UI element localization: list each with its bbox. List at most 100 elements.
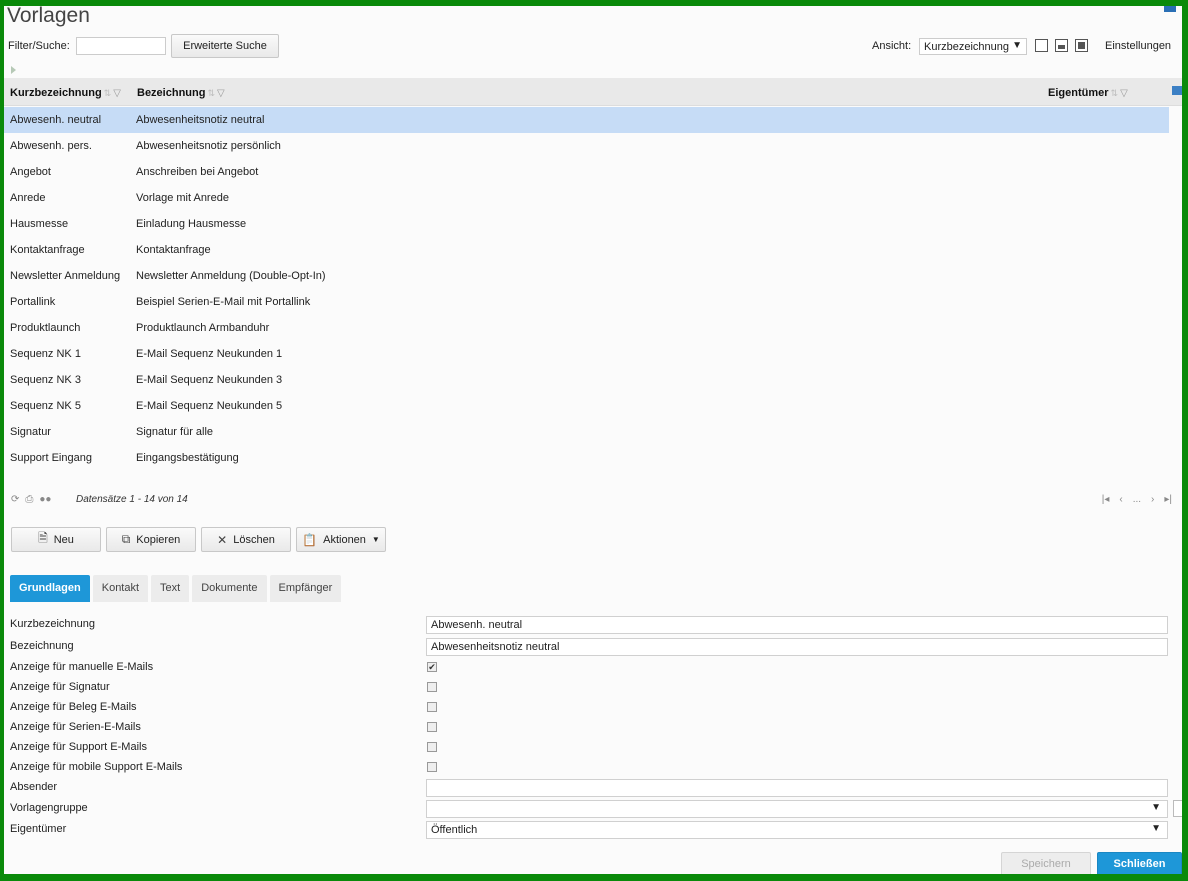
view-layout-split-icon[interactable] (1055, 39, 1068, 52)
cell-kurzbezeichnung: Support Eingang (10, 452, 92, 464)
actions-button[interactable]: 📋 Aktionen ▼ (296, 527, 386, 552)
close-button[interactable]: Schließen (1097, 852, 1182, 874)
chevron-down-icon: ▼ (1012, 40, 1022, 51)
settings-link[interactable]: Einstellungen (1105, 40, 1171, 52)
cell-bezeichnung: Newsletter Anmeldung (Double-Opt-In) (136, 270, 326, 282)
vorlagengruppe-edit-button[interactable] (1173, 800, 1182, 817)
filter-label: Filter/Suche: (8, 40, 70, 52)
table-row[interactable]: Sequenz NK 1 E-Mail Sequenz Neukunden 1 (4, 341, 1169, 367)
table-row[interactable]: Angebot Anschreiben bei Angebot (4, 159, 1169, 185)
table-row[interactable]: Produktlaunch Produktlaunch Armbanduhr (4, 315, 1169, 341)
delete-button[interactable]: ✕ Löschen (201, 527, 291, 552)
cell-kurzbezeichnung: Signatur (10, 426, 51, 438)
grid-footer-icons: ⟳ ⎙ ●● (11, 494, 51, 505)
cell-kurzbezeichnung: Sequenz NK 1 (10, 348, 81, 360)
sort-icon[interactable]: ⇅ (1111, 88, 1119, 99)
column-header-kurzbezeichnung[interactable]: Kurzbezeichnung ⇅ ▽ (10, 87, 121, 99)
filter-icon[interactable]: ▽ (1120, 88, 1128, 99)
cell-bezeichnung: Einladung Hausmesse (136, 218, 247, 230)
bezeichnung-field[interactable]: Abwesenheitsnotiz neutral (426, 638, 1168, 656)
checkbox[interactable] (427, 722, 437, 732)
cell-kurzbezeichnung: Hausmesse (10, 218, 69, 230)
record-count: Datensätze 1 - 14 von 14 (76, 494, 188, 505)
tab-text[interactable]: Text (151, 575, 190, 602)
filter-icon[interactable]: ▽ (113, 88, 121, 99)
form-row-bezeichnung: Bezeichnung Abwesenheitsnotiz neutral (10, 637, 1170, 658)
table-row[interactable]: Newsletter Anmeldung Newsletter Anmeldung… (4, 263, 1169, 289)
cell-kurzbezeichnung: Portallink (10, 296, 56, 308)
form-row-checkbox: Anzeige für Signatur (10, 678, 1170, 698)
form-row-eigentuemer: Eigentümer Öffentlich ▼ (10, 820, 1170, 841)
first-page-icon[interactable]: |◂ (1102, 494, 1110, 505)
advanced-search-button[interactable]: Erweiterte Suche (171, 34, 279, 58)
table-row[interactable]: Sequenz NK 5 E-Mail Sequenz Neukunden 5 (4, 393, 1169, 419)
chevron-down-icon: ▼ (1151, 802, 1161, 813)
detail-tabs: Grundlagen Kontakt Text Dokumente Empfänger (10, 575, 342, 602)
column-chooser-icon[interactable] (1172, 86, 1182, 95)
checkbox[interactable] (427, 682, 437, 692)
copy-button[interactable]: ⧉ Kopieren (106, 527, 196, 552)
column-header-bezeichnung[interactable]: Bezeichnung ⇅ ▽ (137, 87, 225, 99)
new-button[interactable]: 🗎 Neu (11, 527, 101, 552)
prev-page-icon[interactable]: ‹ (1119, 494, 1122, 505)
cell-kurzbezeichnung: Produktlaunch (10, 322, 81, 334)
tab-grundlagen[interactable]: Grundlagen (10, 575, 90, 602)
table-row[interactable]: Signatur Signatur für alle (4, 419, 1169, 445)
form-row-absender: Absender (10, 778, 1170, 799)
checkbox[interactable] (427, 742, 437, 752)
chevron-down-icon: ▼ (1151, 823, 1161, 834)
refresh-icon[interactable]: ⟳ (11, 494, 19, 505)
checkbox-label: Anzeige für Serien-E-Mails (10, 721, 141, 733)
cell-kurzbezeichnung: Anrede (10, 192, 46, 204)
table-row[interactable]: Abwesenh. pers. Abwesenheitsnotiz persönl… (4, 133, 1169, 159)
table-row[interactable]: Hausmesse Einladung Hausmesse (4, 211, 1169, 237)
vorlagengruppe-select[interactable]: ▼ (426, 800, 1168, 818)
checkbox[interactable]: ✔ (427, 662, 437, 672)
absender-field[interactable] (426, 779, 1168, 797)
next-page-icon[interactable]: › (1151, 494, 1154, 505)
minimize-icon[interactable] (1164, 6, 1176, 12)
sort-icon[interactable]: ⇅ (104, 88, 112, 99)
grid-header: Kurzbezeichnung ⇅ ▽ Bezeichnung ⇅ ▽ Eige… (4, 78, 1182, 106)
expand-arrow-icon[interactable] (11, 66, 16, 74)
cell-bezeichnung: E-Mail Sequenz Neukunden 3 (136, 374, 283, 386)
view-select[interactable]: Kurzbezeichnung ▼ (919, 38, 1027, 55)
checkbox[interactable] (427, 762, 437, 772)
last-page-icon[interactable]: ▸| (1164, 494, 1172, 505)
sort-icon[interactable]: ⇅ (207, 88, 215, 99)
print-icon[interactable]: ⎙ (25, 494, 33, 505)
table-row[interactable]: Portallink Beispiel Serien-E-Mail mit Por… (4, 289, 1169, 315)
tab-kontakt[interactable]: Kontakt (92, 575, 149, 602)
cell-bezeichnung: Eingangsbestätigung (136, 452, 239, 464)
grid-body: Abwesenh. neutral Abwesenheitsnotiz neutr… (4, 107, 1169, 471)
eigentuemer-select[interactable]: Öffentlich ▼ (426, 821, 1168, 839)
tab-dokumente[interactable]: Dokumente (192, 575, 267, 602)
cell-bezeichnung: E-Mail Sequenz Neukunden 5 (136, 400, 283, 412)
kurzbezeichnung-field[interactable]: Abwesenh. neutral (426, 616, 1168, 634)
table-row[interactable]: Anrede Vorlage mit Anrede (4, 185, 1169, 211)
cell-bezeichnung: Signatur für alle (136, 426, 214, 438)
view-label: Ansicht: (872, 40, 912, 52)
cell-bezeichnung: Produktlaunch Armbanduhr (136, 322, 270, 334)
export-icon[interactable]: ●● (39, 494, 51, 505)
filter-input[interactable] (76, 37, 166, 55)
table-row[interactable]: Kontaktanfrage Kontaktanfrage (4, 237, 1169, 263)
checkbox[interactable] (427, 702, 437, 712)
view-layout-single-icon[interactable] (1035, 39, 1048, 52)
table-row[interactable]: Abwesenh. neutral Abwesenheitsnotiz neutr… (4, 107, 1169, 133)
form-row-vorlagengruppe: Vorlagengruppe ▼ (10, 799, 1182, 820)
tab-empfänger[interactable]: Empfänger (269, 575, 342, 602)
form-row-checkbox: Anzeige für Support E-Mails (10, 738, 1170, 758)
cell-kurzbezeichnung: Angebot (10, 166, 51, 178)
column-header-eigentuemer[interactable]: Eigentümer ⇅ ▽ (1048, 87, 1128, 99)
view-select-value: Kurzbezeichnung (924, 41, 1010, 53)
save-button[interactable]: Speichern (1001, 852, 1091, 874)
table-row[interactable]: Support Eingang Eingangsbestätigung (4, 445, 1169, 471)
filter-icon[interactable]: ▽ (217, 88, 225, 99)
checkbox-label: Anzeige für Support E-Mails (10, 741, 147, 753)
checkbox-label: Anzeige für mobile Support E-Mails (10, 761, 183, 773)
checkbox-label: Anzeige für Signatur (10, 681, 110, 693)
cell-bezeichnung: Abwesenheitsnotiz persönlich (136, 140, 281, 152)
view-layout-full-icon[interactable] (1075, 39, 1088, 52)
table-row[interactable]: Sequenz NK 3 E-Mail Sequenz Neukunden 3 (4, 367, 1169, 393)
